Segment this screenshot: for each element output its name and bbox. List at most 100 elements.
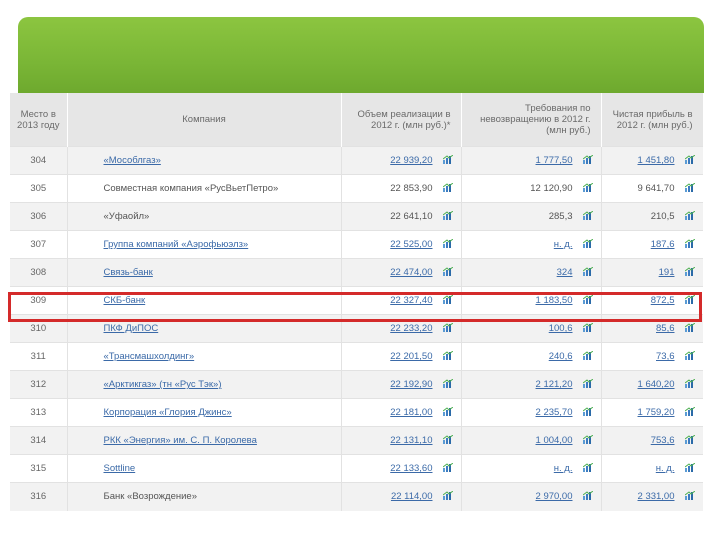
- chart-icon[interactable]: [582, 462, 593, 472]
- company-cell[interactable]: СКБ-банк: [67, 286, 342, 315]
- company-cell[interactable]: «Мособлгаз»: [67, 146, 342, 175]
- chart-icon[interactable]: [582, 294, 593, 304]
- chart-icon[interactable]: [442, 434, 453, 444]
- debt-cell-value[interactable]: 2 121,20: [536, 379, 573, 390]
- profit-cell[interactable]: 1 640,20: [601, 370, 703, 399]
- company-name[interactable]: Корпорация «Глория Джинс»: [104, 407, 232, 418]
- chart-icon[interactable]: [684, 210, 695, 220]
- sales-cell[interactable]: 22 233,20: [341, 314, 462, 343]
- profit-cell[interactable]: 191: [601, 258, 703, 287]
- chart-icon[interactable]: [582, 378, 593, 388]
- debt-cell[interactable]: 2 970,00: [461, 482, 602, 511]
- sales-cell-value[interactable]: 22 525,00: [390, 239, 432, 250]
- debt-cell-value[interactable]: 1 183,50: [536, 295, 573, 306]
- profit-cell[interactable]: 1 451,80: [601, 146, 703, 175]
- chart-icon[interactable]: [582, 490, 593, 501]
- profit-cell-value[interactable]: 187,6: [651, 239, 675, 250]
- chart-icon[interactable]: [684, 406, 695, 416]
- chart-icon[interactable]: [582, 350, 593, 360]
- sales-cell[interactable]: 22 131,10: [341, 426, 462, 455]
- chart-icon[interactable]: [442, 406, 453, 416]
- chart-icon[interactable]: [684, 434, 695, 444]
- chart-icon[interactable]: [684, 378, 695, 388]
- profit-cell[interactable]: 2 331,00: [601, 482, 703, 511]
- sales-cell[interactable]: 22 114,00: [341, 482, 462, 511]
- column-header-profit[interactable]: Чистая прибыль в 2012 г. (млн руб.): [601, 93, 703, 147]
- profit-cell[interactable]: 187,6: [601, 230, 703, 259]
- chart-icon[interactable]: [442, 238, 453, 248]
- profit-cell-value[interactable]: 872,5: [651, 295, 675, 306]
- profit-cell[interactable]: 872,5: [601, 286, 703, 315]
- sales-cell[interactable]: 22 201,50: [341, 342, 462, 371]
- company-name[interactable]: Группа компаний «Аэрофьюэлз»: [104, 239, 249, 250]
- debt-cell-value[interactable]: 324: [557, 267, 573, 278]
- sales-cell[interactable]: 22 192,90: [341, 370, 462, 399]
- chart-icon[interactable]: [442, 322, 453, 332]
- debt-cell[interactable]: 324: [461, 258, 602, 287]
- debt-cell-value[interactable]: 240,6: [549, 351, 573, 362]
- chart-icon[interactable]: [684, 238, 695, 248]
- debt-cell-value[interactable]: 100,6: [549, 323, 573, 334]
- sales-cell-value[interactable]: 22 939,20: [390, 155, 432, 166]
- chart-icon[interactable]: [684, 266, 695, 276]
- debt-cell-value[interactable]: н. д.: [554, 239, 573, 250]
- column-header-debt[interactable]: Требования по невозвращению в 2012 г. (м…: [461, 93, 602, 147]
- column-header-rank[interactable]: Место в 2013 году: [10, 93, 68, 147]
- debt-cell[interactable]: н. д.: [461, 454, 602, 483]
- sales-cell-value[interactable]: 22 192,90: [390, 379, 432, 390]
- profit-cell-value[interactable]: 85,6: [656, 323, 675, 334]
- debt-cell-value[interactable]: 1 777,50: [536, 155, 573, 166]
- profit-cell-value[interactable]: 1 451,80: [638, 155, 675, 166]
- profit-cell[interactable]: 753,6: [601, 426, 703, 455]
- chart-icon[interactable]: [442, 182, 453, 192]
- profit-cell[interactable]: н. д.: [601, 454, 703, 483]
- sales-cell-value[interactable]: 22 133,60: [390, 463, 432, 474]
- sales-cell-value[interactable]: 22 327,40: [390, 295, 432, 306]
- chart-icon[interactable]: [442, 490, 453, 501]
- company-cell[interactable]: Корпорация «Глория Джинс»: [67, 398, 342, 427]
- chart-icon[interactable]: [442, 350, 453, 360]
- debt-cell[interactable]: 2 235,70: [461, 398, 602, 427]
- company-name[interactable]: СКБ-банк: [104, 295, 146, 306]
- sales-cell[interactable]: 22 939,20: [341, 146, 462, 175]
- company-cell[interactable]: Группа компаний «Аэрофьюэлз»: [67, 230, 342, 259]
- chart-icon[interactable]: [582, 406, 593, 416]
- chart-icon[interactable]: [582, 154, 593, 164]
- profit-cell[interactable]: 73,6: [601, 342, 703, 371]
- debt-cell-value[interactable]: 2 970,00: [536, 491, 573, 502]
- chart-icon[interactable]: [684, 294, 695, 304]
- sales-cell-value[interactable]: 22 201,50: [390, 351, 432, 362]
- chart-icon[interactable]: [442, 154, 453, 164]
- column-header-sales[interactable]: Объем реализации в 2012 г. (млн руб.)*: [341, 93, 462, 147]
- profit-cell-value[interactable]: н. д.: [656, 463, 675, 474]
- company-cell[interactable]: Связь-банк: [67, 258, 342, 287]
- chart-icon[interactable]: [582, 210, 593, 220]
- company-name[interactable]: «Мособлгаз»: [104, 155, 161, 166]
- chart-icon[interactable]: [582, 238, 593, 248]
- company-name[interactable]: «Трансмашхолдинг»: [104, 351, 195, 362]
- chart-icon[interactable]: [582, 434, 593, 444]
- sales-cell-value[interactable]: 22 114,00: [391, 491, 433, 502]
- sales-cell-value[interactable]: 22 131,10: [390, 435, 432, 446]
- chart-icon[interactable]: [582, 266, 593, 276]
- debt-cell-value[interactable]: 2 235,70: [536, 407, 573, 418]
- column-header-company[interactable]: Компания: [67, 93, 342, 147]
- chart-icon[interactable]: [442, 210, 453, 220]
- chart-icon[interactable]: [684, 322, 695, 332]
- chart-icon[interactable]: [684, 490, 695, 501]
- debt-cell[interactable]: 100,6: [461, 314, 602, 343]
- company-cell[interactable]: «Трансмашхолдинг»: [67, 342, 342, 371]
- chart-icon[interactable]: [442, 294, 453, 304]
- profit-cell-value[interactable]: 191: [659, 267, 675, 278]
- debt-cell[interactable]: 2 121,20: [461, 370, 602, 399]
- debt-cell-value[interactable]: 1 004,00: [536, 435, 573, 446]
- profit-cell[interactable]: 1 759,20: [601, 398, 703, 427]
- sales-cell-value[interactable]: 22 233,20: [390, 323, 432, 334]
- sales-cell[interactable]: 22 525,00: [341, 230, 462, 259]
- chart-icon[interactable]: [442, 378, 453, 388]
- chart-icon[interactable]: [684, 350, 695, 360]
- chart-icon[interactable]: [442, 462, 453, 472]
- chart-icon[interactable]: [684, 462, 695, 472]
- profit-cell-value[interactable]: 1 640,20: [638, 379, 675, 390]
- debt-cell[interactable]: н. д.: [461, 230, 602, 259]
